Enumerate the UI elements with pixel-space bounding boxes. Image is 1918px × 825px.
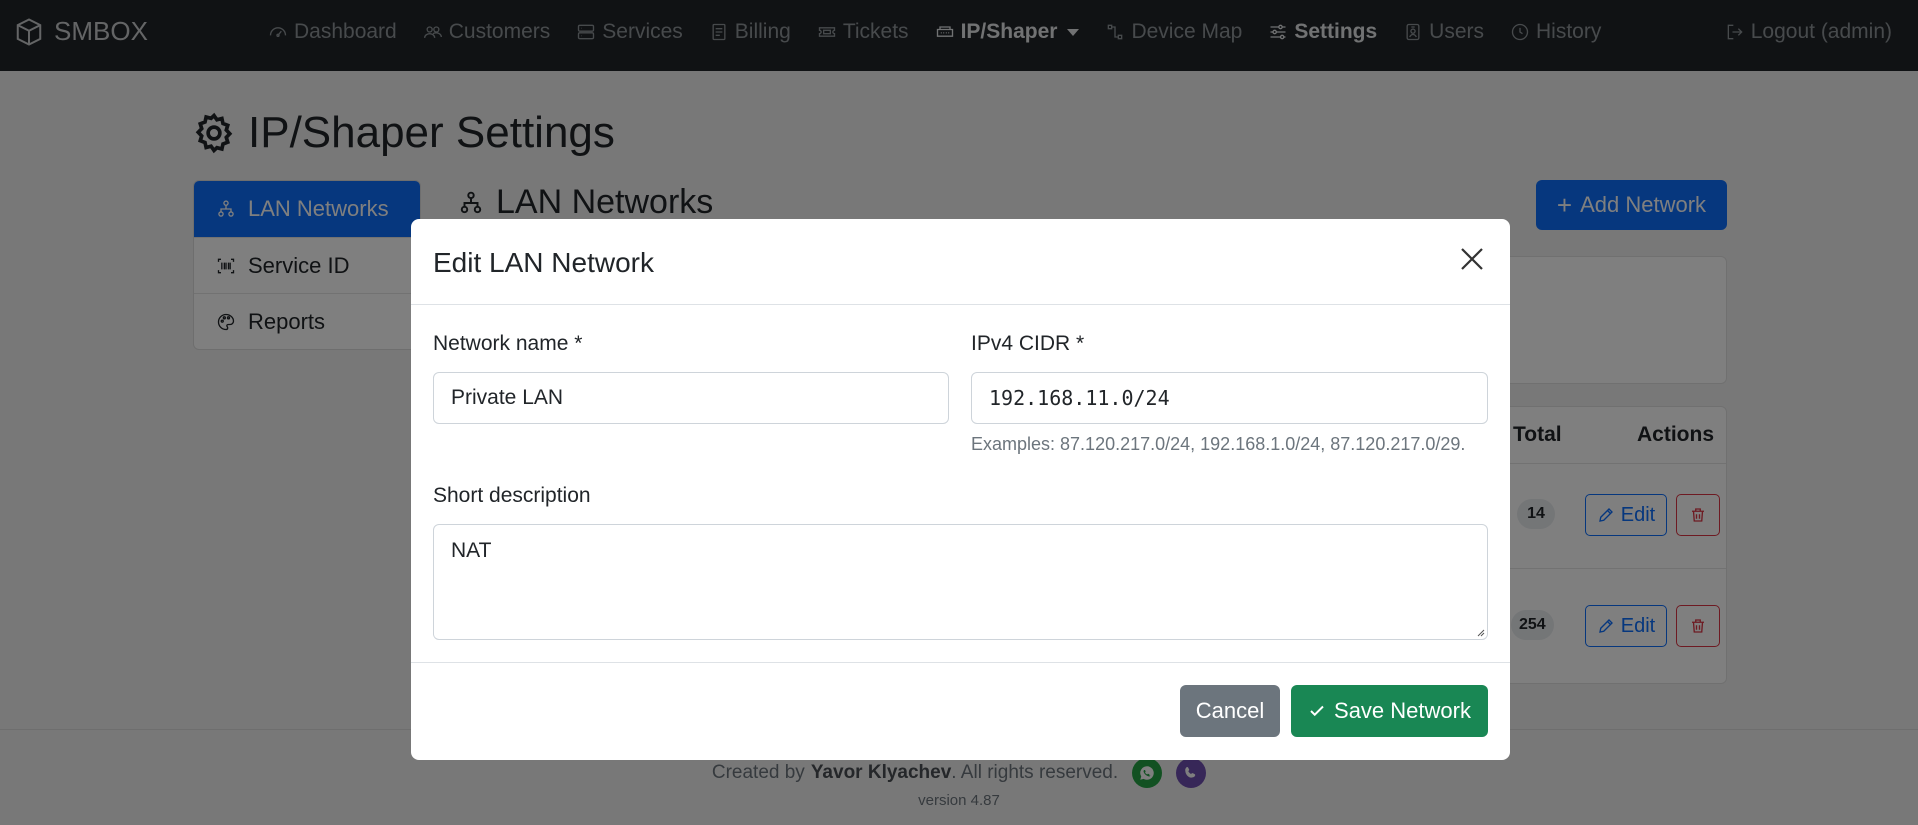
modal-footer-divider — [411, 662, 1510, 663]
network-name-label: Network name * — [433, 332, 583, 355]
modal-header: Edit LAN Network — [411, 219, 1510, 305]
close-icon — [1461, 248, 1483, 270]
cidr-label: IPv4 CIDR * — [971, 332, 1085, 355]
cidr-input[interactable]: 192.168.11.0/24 — [971, 372, 1488, 424]
network-name-input[interactable]: Private LAN — [433, 372, 949, 424]
save-network-label: Save Network — [1334, 698, 1471, 723]
description-textarea[interactable]: NAT — [433, 524, 1488, 640]
save-network-button[interactable]: Save Network — [1291, 685, 1488, 737]
description-value: NAT — [451, 539, 492, 562]
cidr-help-text: Examples: 87.120.217.0/24, 192.168.1.0/2… — [971, 434, 1466, 454]
cancel-button[interactable]: Cancel — [1180, 685, 1280, 737]
edit-network-dialog: Edit LAN Network Network name * Private … — [411, 219, 1510, 760]
check-icon — [1310, 705, 1324, 717]
close-button[interactable] — [1456, 243, 1488, 275]
resize-grip-icon[interactable] — [1475, 627, 1485, 637]
modal-title: Edit LAN Network — [433, 247, 654, 278]
description-label: Short description — [433, 484, 591, 507]
